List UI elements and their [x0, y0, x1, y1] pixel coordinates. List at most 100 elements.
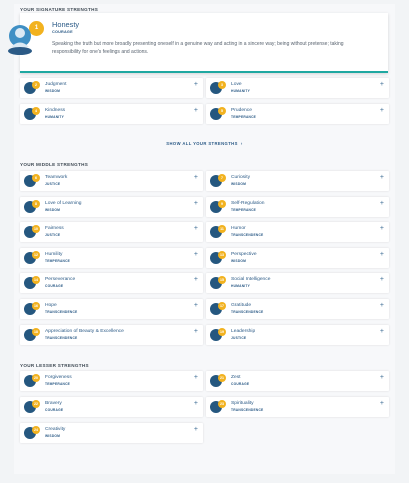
rank-badge: 4: [32, 107, 40, 115]
strength-card-curiosity[interactable]: 7 Curiosity WISDOM +: [206, 171, 389, 191]
strength-icon: 7: [210, 174, 226, 188]
expand-icon[interactable]: +: [194, 81, 198, 88]
strength-card-appreciation-of-beauty-excellence[interactable]: 18 Appreciation of Beauty & Excellence TRA…: [20, 324, 203, 345]
strength-card-love[interactable]: 3 Love HUMANITY +: [206, 78, 389, 98]
expand-icon[interactable]: +: [194, 251, 198, 258]
expand-icon[interactable]: +: [380, 251, 384, 258]
strength-name: Love of Learning: [45, 200, 82, 206]
strength-virtue: HUMANITY: [45, 115, 64, 119]
strength-card-leadership[interactable]: 19 Leadership JUSTICE +: [206, 324, 389, 345]
rank-badge: 23: [218, 400, 226, 408]
strength-icon: 6: [24, 174, 40, 188]
strength-name: Kindness: [45, 108, 66, 113]
strength-card-judgment[interactable]: 2 Judgment WISDOM +: [20, 78, 203, 98]
hero-description: Speaking the truth but more broadly pres…: [52, 41, 344, 56]
strength-icon: 4: [24, 107, 40, 121]
strength-card-prudence[interactable]: 5 Prudence TEMPERANCE +: [206, 104, 389, 124]
strength-card-gratitude[interactable]: 17 Gratitude TRANSCENDENCE +: [206, 299, 389, 319]
expand-icon[interactable]: +: [380, 400, 384, 407]
expand-icon[interactable]: +: [194, 276, 198, 283]
expand-icon[interactable]: +: [380, 302, 384, 309]
strength-name: Leadership: [231, 328, 256, 334]
strength-virtue: TRANSCENDENCE: [231, 233, 264, 238]
strength-icon: 18: [24, 327, 40, 342]
strength-virtue: WISDOM: [231, 258, 247, 263]
strength-card-social-intelligence[interactable]: 15 Social Intelligence HUMANITY +: [206, 273, 389, 294]
strength-virtue: TRANSCENDENCE: [45, 310, 78, 314]
expand-icon[interactable]: +: [194, 107, 198, 114]
expand-icon[interactable]: +: [380, 225, 384, 232]
strength-icon: 8: [24, 199, 40, 214]
strength-card-kindness[interactable]: 4 Kindness HUMANITY +: [20, 104, 203, 124]
rank-badge: 18: [32, 327, 40, 336]
strength-icon: 21: [210, 374, 226, 388]
strength-virtue: TRANSCENDENCE: [231, 310, 264, 314]
rank-badge: 10: [32, 225, 40, 234]
strength-card-humor[interactable]: 11 Humor TRANSCENDENCE +: [206, 222, 389, 243]
expand-icon[interactable]: +: [194, 374, 198, 381]
rank-badge: 16: [32, 302, 40, 310]
strength-card-creativity[interactable]: 24 Creativity WISDOM +: [20, 423, 203, 443]
rank-badge: 11: [218, 225, 226, 234]
strength-icon: 11: [210, 225, 226, 239]
strength-card-teamwork[interactable]: 6 Teamwork JUSTICE +: [20, 171, 203, 191]
strength-icon: 20: [24, 374, 40, 388]
expand-icon[interactable]: +: [194, 400, 198, 407]
rank-badge: 6: [32, 174, 40, 182]
strength-virtue: JUSTICE: [231, 335, 247, 340]
rank-badge: 14: [32, 276, 40, 285]
strength-virtue: JUSTICE: [45, 233, 61, 238]
expand-icon[interactable]: +: [194, 328, 198, 335]
strength-card-zest[interactable]: 21 Zest COURAGE +: [206, 371, 389, 391]
rank-badge: 12: [32, 250, 40, 259]
strength-name: Humor: [231, 226, 246, 232]
strength-icon: 22: [24, 400, 40, 414]
strength-virtue: TEMPERANCE: [45, 382, 71, 386]
strength-icon: 9: [210, 199, 226, 214]
middle-heading: YOUR MIDDLE STRENGTHS: [20, 162, 89, 167]
strength-card-perspective[interactable]: 13 Perspective WISDOM +: [206, 247, 389, 268]
strength-card-spirituality[interactable]: 23 Spirituality TRANSCENDENCE +: [206, 397, 389, 417]
strength-card-humility[interactable]: 12 Humility TEMPERANCE +: [20, 247, 203, 268]
strength-card-love-of-learning[interactable]: 8 Love of Learning WISDOM +: [20, 196, 203, 217]
expand-icon[interactable]: +: [380, 81, 384, 88]
strength-icon: 17: [210, 302, 226, 316]
expand-icon[interactable]: +: [194, 225, 198, 232]
strength-icon: 3: [210, 81, 226, 95]
expand-icon[interactable]: +: [380, 328, 384, 335]
show-all-strengths-link[interactable]: SHOW ALL YOUR STRENGTHS ›: [0, 141, 409, 146]
strength-icon: 13: [210, 250, 226, 265]
hero-card-honesty[interactable]: 1 Honesty COURAGE Speaking the truth but…: [20, 13, 388, 73]
person-avatar-icon: [8, 25, 32, 55]
expand-icon[interactable]: +: [194, 426, 198, 433]
strength-virtue: TEMPERANCE: [231, 115, 257, 119]
expand-icon[interactable]: +: [380, 200, 384, 207]
strength-name: Appreciation of Beauty & Excellence: [45, 328, 124, 334]
strength-card-hope[interactable]: 16 Hope TRANSCENDENCE +: [20, 299, 203, 319]
strength-card-self-regulation[interactable]: 9 Self-Regulation TEMPERANCE +: [206, 196, 389, 217]
expand-icon[interactable]: +: [380, 374, 384, 381]
expand-icon[interactable]: +: [194, 174, 198, 181]
expand-icon[interactable]: +: [194, 302, 198, 309]
strength-card-perseverance[interactable]: 14 Perseverance COURAGE +: [20, 273, 203, 294]
strength-card-bravery[interactable]: 22 Bravery COURAGE +: [20, 397, 203, 417]
expand-icon[interactable]: +: [380, 174, 384, 181]
strength-icon: 24: [24, 426, 40, 440]
expand-icon[interactable]: +: [380, 107, 384, 114]
strength-icon: 12: [24, 250, 40, 265]
strength-virtue: WISDOM: [45, 207, 61, 212]
expand-icon[interactable]: +: [194, 200, 198, 207]
strength-name: Love: [231, 82, 242, 87]
strength-virtue: TEMPERANCE: [45, 258, 71, 263]
strength-name: Prudence: [231, 108, 252, 113]
strength-virtue: JUSTICE: [45, 182, 61, 186]
strength-virtue: HUMANITY: [231, 284, 250, 289]
rank-badge: 9: [218, 199, 226, 208]
expand-icon[interactable]: +: [380, 276, 384, 283]
lesser-heading: YOUR LESSER STRENGTHS: [20, 363, 89, 368]
rank-badge: 5: [218, 107, 226, 115]
strength-name: Perspective: [231, 251, 257, 257]
strength-card-fairness[interactable]: 10 Fairness JUSTICE +: [20, 222, 203, 243]
strength-card-forgiveness[interactable]: 20 Forgiveness TEMPERANCE +: [20, 371, 203, 391]
strength-icon: 23: [210, 400, 226, 414]
